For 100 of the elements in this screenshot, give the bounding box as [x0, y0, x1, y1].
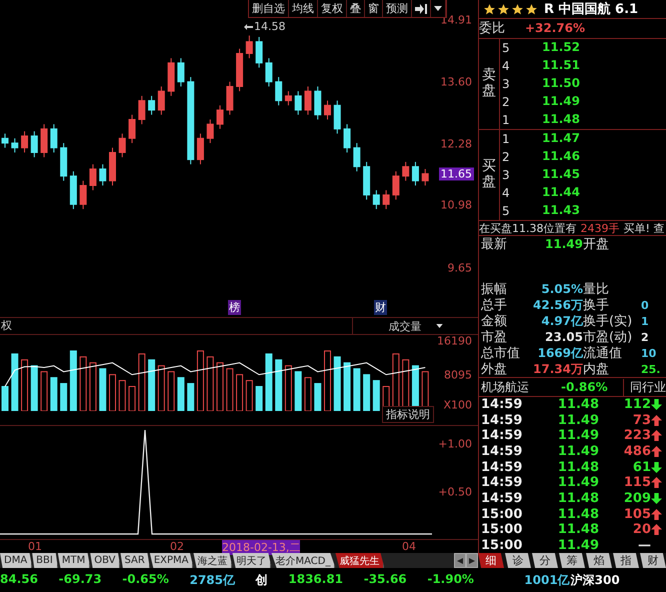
order-rank: 5: [501, 40, 511, 55]
candle: [168, 58, 175, 96]
volume-bar: [177, 378, 184, 412]
stat-label: 最新: [481, 236, 508, 254]
indicator-tab[interactable]: MTM: [58, 553, 90, 568]
order-price: 11.43: [541, 203, 580, 218]
order-rank: 3: [501, 76, 511, 91]
stat-value: 42.56万: [532, 298, 583, 313]
stat-label: 内盘: [583, 361, 610, 378]
candle: [206, 118, 214, 144]
panel-tab[interactable]: 诊: [505, 553, 531, 568]
indicator-tab[interactable]: BBI: [32, 553, 58, 568]
volume-bar: [304, 378, 312, 412]
volume-bar: [128, 386, 136, 412]
tick-price: 11.48: [556, 490, 599, 506]
stat-label: 金额: [481, 313, 508, 330]
candle: [363, 161, 370, 200]
panel-tab[interactable]: 指: [613, 553, 639, 568]
caret-icon: [434, 6, 442, 11]
volume-bar: [168, 372, 175, 412]
candle: [148, 95, 156, 116]
candle: [372, 190, 380, 210]
dropdown-button[interactable]: [431, 0, 446, 17]
order-rank: 1: [501, 112, 511, 127]
scroll-right-button[interactable]: [466, 553, 478, 568]
candle: [99, 164, 106, 186]
toolbar-button[interactable]: 删自选: [249, 0, 289, 17]
order-rank: 3: [501, 168, 511, 182]
candle: [80, 180, 87, 210]
stat-value: 4.97亿: [540, 314, 583, 329]
volume-bar: [334, 356, 341, 412]
star-icon: [497, 2, 510, 16]
order-price: 11.46: [541, 149, 580, 164]
toolbar-button[interactable]: 复权: [318, 0, 347, 17]
indicator-tab[interactable]: EXPMA: [150, 553, 194, 568]
panel-tab[interactable]: 分: [532, 553, 558, 568]
candle: [196, 133, 204, 165]
toolbar-button[interactable]: 均线: [289, 0, 318, 17]
indicator-help-button[interactable]: 指标说明: [382, 406, 434, 424]
event-marker[interactable]: 财: [374, 300, 387, 316]
indicator-tab[interactable]: DMA: [0, 553, 32, 568]
volume-bar: [2, 386, 8, 412]
candle: [21, 130, 28, 153]
order-side-label: 买盘: [479, 130, 500, 220]
tick-volume: 486: [622, 444, 651, 460]
volume-bar: [158, 366, 165, 412]
stat-value: 11.49: [544, 236, 583, 252]
ticker-value: 2785亿: [190, 572, 235, 588]
indicator-tab[interactable]: OBV: [90, 553, 120, 568]
indicator-tab[interactable]: SAR: [120, 553, 150, 568]
indicator-tab[interactable]: 海之蓝: [193, 553, 232, 568]
notice-text: 买单! 查: [624, 220, 664, 236]
candle: [216, 104, 224, 130]
panel-tab[interactable]: 焰: [586, 553, 612, 568]
ticker-value: 84.56: [0, 572, 38, 588]
tick-price: 11.48: [556, 460, 599, 475]
panel-tab[interactable]: 财: [640, 553, 666, 568]
indicator-tab[interactable]: 威猛先生: [335, 553, 384, 568]
order-rank: 2: [501, 94, 511, 109]
volume-bar: [187, 383, 194, 412]
candle: [256, 36, 263, 68]
candle: [402, 161, 410, 182]
tick-time: 14:59: [481, 490, 524, 506]
volume-bar: [80, 356, 87, 412]
toolbar-button[interactable]: 叠: [347, 0, 365, 17]
indicator-tab[interactable]: 明天了: [232, 553, 272, 568]
scroll-left-button[interactable]: [454, 553, 466, 568]
panel-tab[interactable]: 细: [478, 553, 504, 568]
tick-time: 15:00: [481, 522, 524, 538]
date-axis-label: 02: [170, 540, 184, 554]
volume-bar: [89, 362, 96, 412]
volume-bar: [353, 368, 360, 412]
volume-bar: [363, 374, 370, 412]
volume-bar: [226, 368, 234, 412]
tick-volume: 73: [632, 412, 651, 428]
stat-label: 总手: [481, 297, 508, 314]
same-industry-button[interactable]: 同行业: [623, 378, 666, 396]
toolbar-button[interactable]: 预测: [383, 0, 412, 17]
volume-panel-label: 权: [0, 318, 13, 334]
candle: [60, 142, 68, 182]
stat-label: 市盈(动): [583, 329, 634, 346]
ticker-value: -0.65%: [122, 572, 169, 588]
indicator-tab[interactable]: 老介MACD_: [271, 553, 336, 568]
volume-bar: [256, 386, 263, 412]
price-axis-label: 13.60: [440, 75, 473, 88]
stat-label: 换手(实): [583, 313, 634, 330]
order-rank: 5: [501, 204, 511, 218]
peak-price-label: 14.58: [254, 20, 286, 33]
event-marker[interactable]: 榜: [228, 300, 241, 316]
order-rank: 4: [501, 186, 511, 200]
star-icon: [483, 2, 496, 16]
expand-button[interactable]: [412, 0, 431, 17]
stat-label: 外盘: [481, 361, 508, 378]
volume-axis-label: X100: [442, 398, 473, 412]
panel-tab[interactable]: 筹: [559, 553, 585, 568]
tick-time: 14:59: [481, 412, 524, 428]
candle: [294, 90, 302, 116]
tick-time: 14:59: [481, 397, 524, 412]
volume-bar: [70, 350, 77, 412]
ticker-value: 创: [256, 572, 268, 588]
